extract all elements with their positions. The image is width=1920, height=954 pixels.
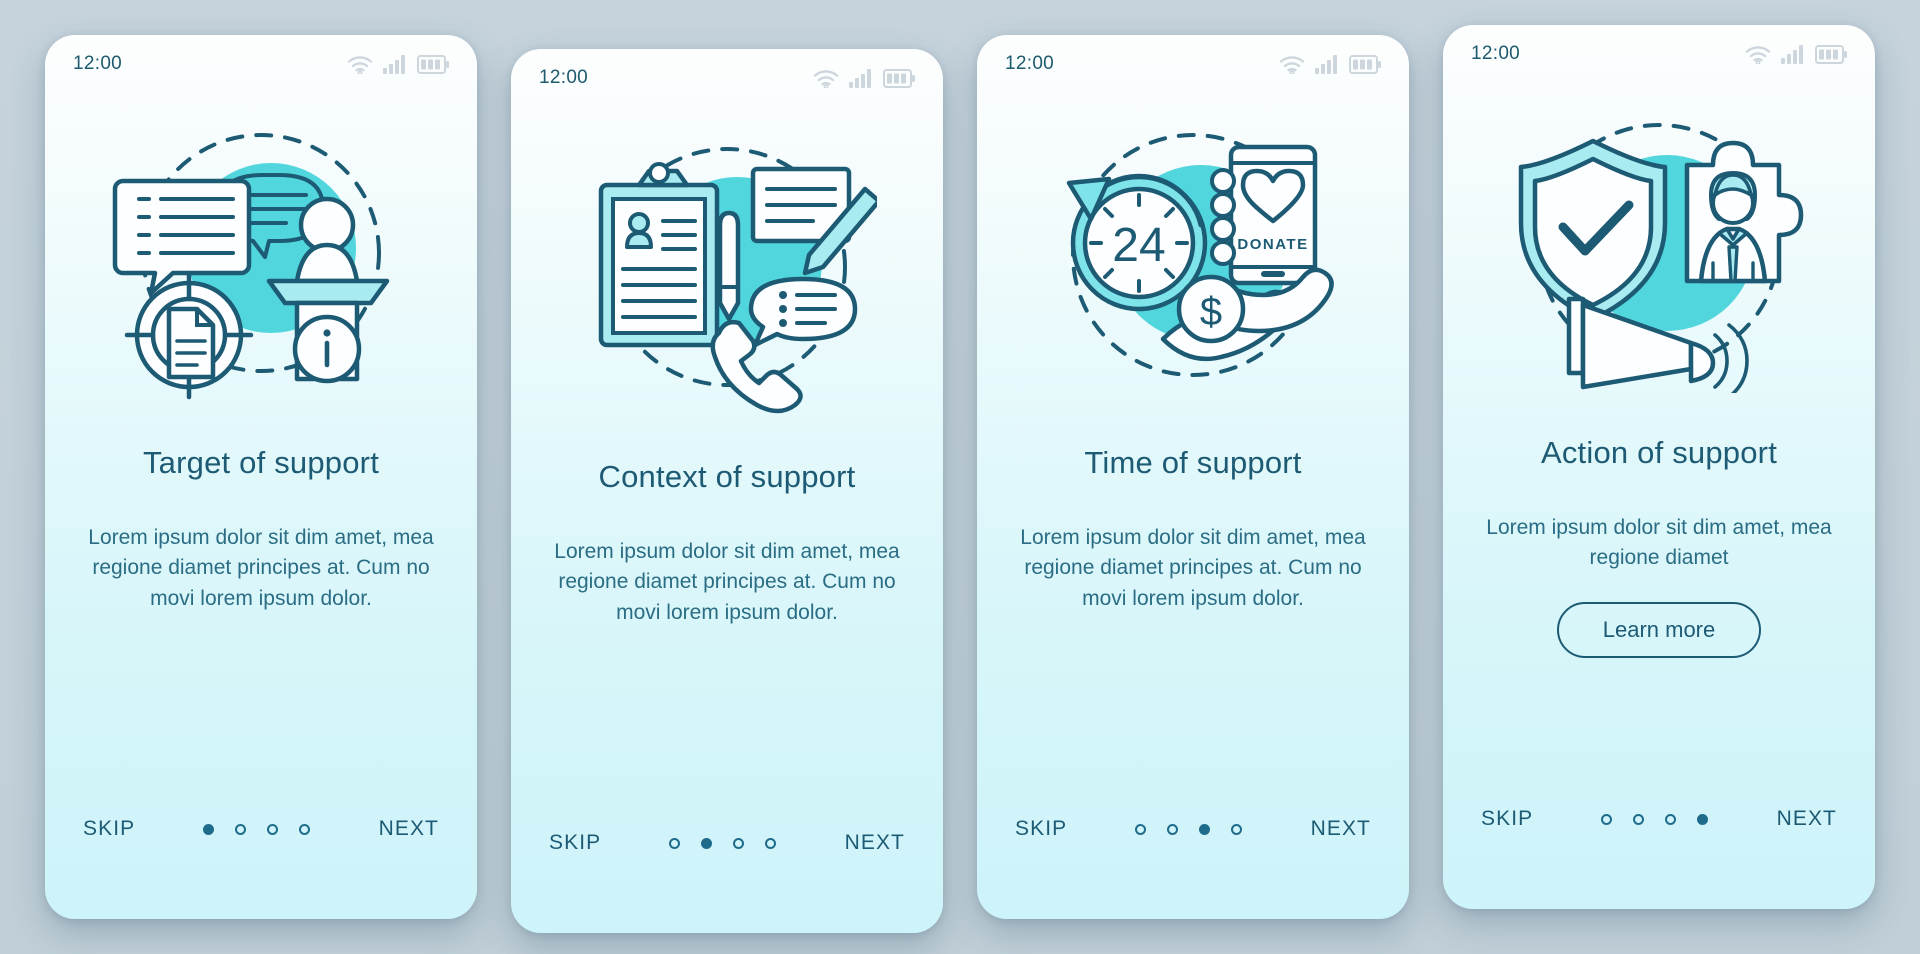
clock-24-label: 24: [1112, 219, 1165, 272]
next-button[interactable]: NEXT: [845, 831, 905, 855]
battery-icon: [883, 68, 915, 88]
bottom-nav-1: SKIP NEXT: [45, 817, 477, 919]
onboarding-screen-2: 12:00 Context of support Lorem ipsum dol…: [511, 49, 943, 933]
wifi-icon: [1279, 56, 1305, 74]
status-bar: 12:00: [1443, 25, 1875, 83]
screen-paragraph: Lorem ipsum dolor sit dim amet, mea regi…: [554, 540, 900, 624]
status-bar: 12:00: [511, 49, 943, 107]
bottom-nav-3: SKIP NEXT: [977, 817, 1409, 919]
pagination-dot[interactable]: [1167, 823, 1179, 835]
screen-paragraph: Lorem ipsum dolor sit dim amet, mea regi…: [1486, 516, 1832, 570]
pagination-dot[interactable]: [1633, 813, 1645, 825]
pagination-dot[interactable]: [1697, 813, 1709, 825]
pagination-dot[interactable]: [1135, 823, 1147, 835]
pagination-dot[interactable]: [733, 837, 745, 849]
status-bar: 12:00: [45, 35, 477, 93]
status-bar: 12:00: [977, 35, 1409, 93]
screen-title: Context of support: [598, 459, 856, 494]
wifi-icon: [813, 70, 839, 88]
copy-block-3: Time of support Lorem ipsum dolor sit di…: [977, 423, 1409, 614]
status-time: 12:00: [539, 67, 589, 88]
donate-label: DONATE: [1237, 236, 1308, 253]
screen-title: Target of support: [142, 445, 380, 480]
signal-icon: [849, 69, 871, 88]
copy-block-1: Target of support Lorem ipsum dolor sit …: [45, 423, 477, 614]
next-button[interactable]: NEXT: [1311, 817, 1371, 841]
battery-icon: [1349, 54, 1381, 74]
pagination-dot[interactable]: [1199, 823, 1211, 835]
pagination-dot[interactable]: [267, 823, 279, 835]
target-of-support-illustration: [112, 133, 390, 400]
onboarding-screens-stage: 12:00 Target of support Lorem ipsum dolo…: [0, 0, 1920, 954]
context-of-support-illustration: [598, 147, 877, 414]
status-time: 12:00: [73, 53, 123, 74]
learn-more-button[interactable]: Learn more: [1556, 601, 1762, 658]
onboarding-screen-1: 12:00 Target of support Lorem ipsum dolo…: [45, 35, 477, 919]
next-button[interactable]: NEXT: [1777, 807, 1837, 831]
wifi-icon: [1745, 46, 1771, 64]
pagination-dots: [1601, 813, 1709, 825]
onboarding-screen-3: 12:00 24 DONATE $ Time of support Lorem …: [977, 35, 1409, 919]
pagination-dot[interactable]: [1601, 813, 1613, 825]
action-of-support-illustration: [1518, 123, 1804, 393]
signal-icon: [1781, 45, 1803, 64]
pagination-dot[interactable]: [203, 823, 215, 835]
screen-title: Action of support: [1540, 435, 1778, 470]
screen-paragraph: Lorem ipsum dolor sit dim amet, mea regi…: [1020, 526, 1366, 610]
pagination-dot[interactable]: [299, 823, 311, 835]
pagination-dot[interactable]: [235, 823, 247, 835]
status-icons: [1279, 54, 1381, 74]
skip-button[interactable]: SKIP: [1481, 807, 1533, 831]
time-of-support-illustration: 24 DONATE $: [1066, 133, 1334, 377]
screen-paragraph: Lorem ipsum dolor sit dim amet, mea regi…: [88, 526, 434, 610]
status-icons: [813, 68, 915, 88]
copy-block-4: Action of support Lorem ipsum dolor sit …: [1443, 413, 1875, 658]
signal-icon: [1315, 55, 1337, 74]
pagination-dot[interactable]: [1665, 813, 1677, 825]
pagination-dots: [1135, 823, 1243, 835]
illustration-1-wrap: [45, 93, 477, 423]
skip-button[interactable]: SKIP: [83, 817, 135, 841]
onboarding-screen-4: 12:00 Action of support Lorem ipsum dolo…: [1443, 25, 1875, 909]
skip-button[interactable]: SKIP: [549, 831, 601, 855]
status-time: 12:00: [1005, 53, 1055, 74]
pagination-dot[interactable]: [701, 837, 713, 849]
skip-button[interactable]: SKIP: [1015, 817, 1067, 841]
dollar-label: $: [1200, 290, 1222, 334]
screen-title: Time of support: [1084, 445, 1302, 480]
pagination-dot[interactable]: [765, 837, 777, 849]
pagination-dot[interactable]: [669, 837, 681, 849]
bottom-nav-2: SKIP NEXT: [511, 831, 943, 933]
pagination-dots: [203, 823, 311, 835]
status-icons: [1745, 44, 1847, 64]
signal-icon: [383, 55, 405, 74]
battery-icon: [1815, 44, 1847, 64]
bottom-nav-4: SKIP NEXT: [1443, 807, 1875, 909]
status-icons: [347, 54, 449, 74]
illustration-2-wrap: [511, 107, 943, 437]
pagination-dots: [669, 837, 777, 849]
battery-icon: [417, 54, 449, 74]
wifi-icon: [347, 56, 373, 74]
next-button[interactable]: NEXT: [379, 817, 439, 841]
illustration-3-wrap: 24 DONATE $: [977, 93, 1409, 423]
pagination-dot[interactable]: [1231, 823, 1243, 835]
status-time: 12:00: [1471, 43, 1521, 64]
illustration-4-wrap: [1443, 83, 1875, 413]
copy-block-2: Context of support Lorem ipsum dolor sit…: [511, 437, 943, 628]
